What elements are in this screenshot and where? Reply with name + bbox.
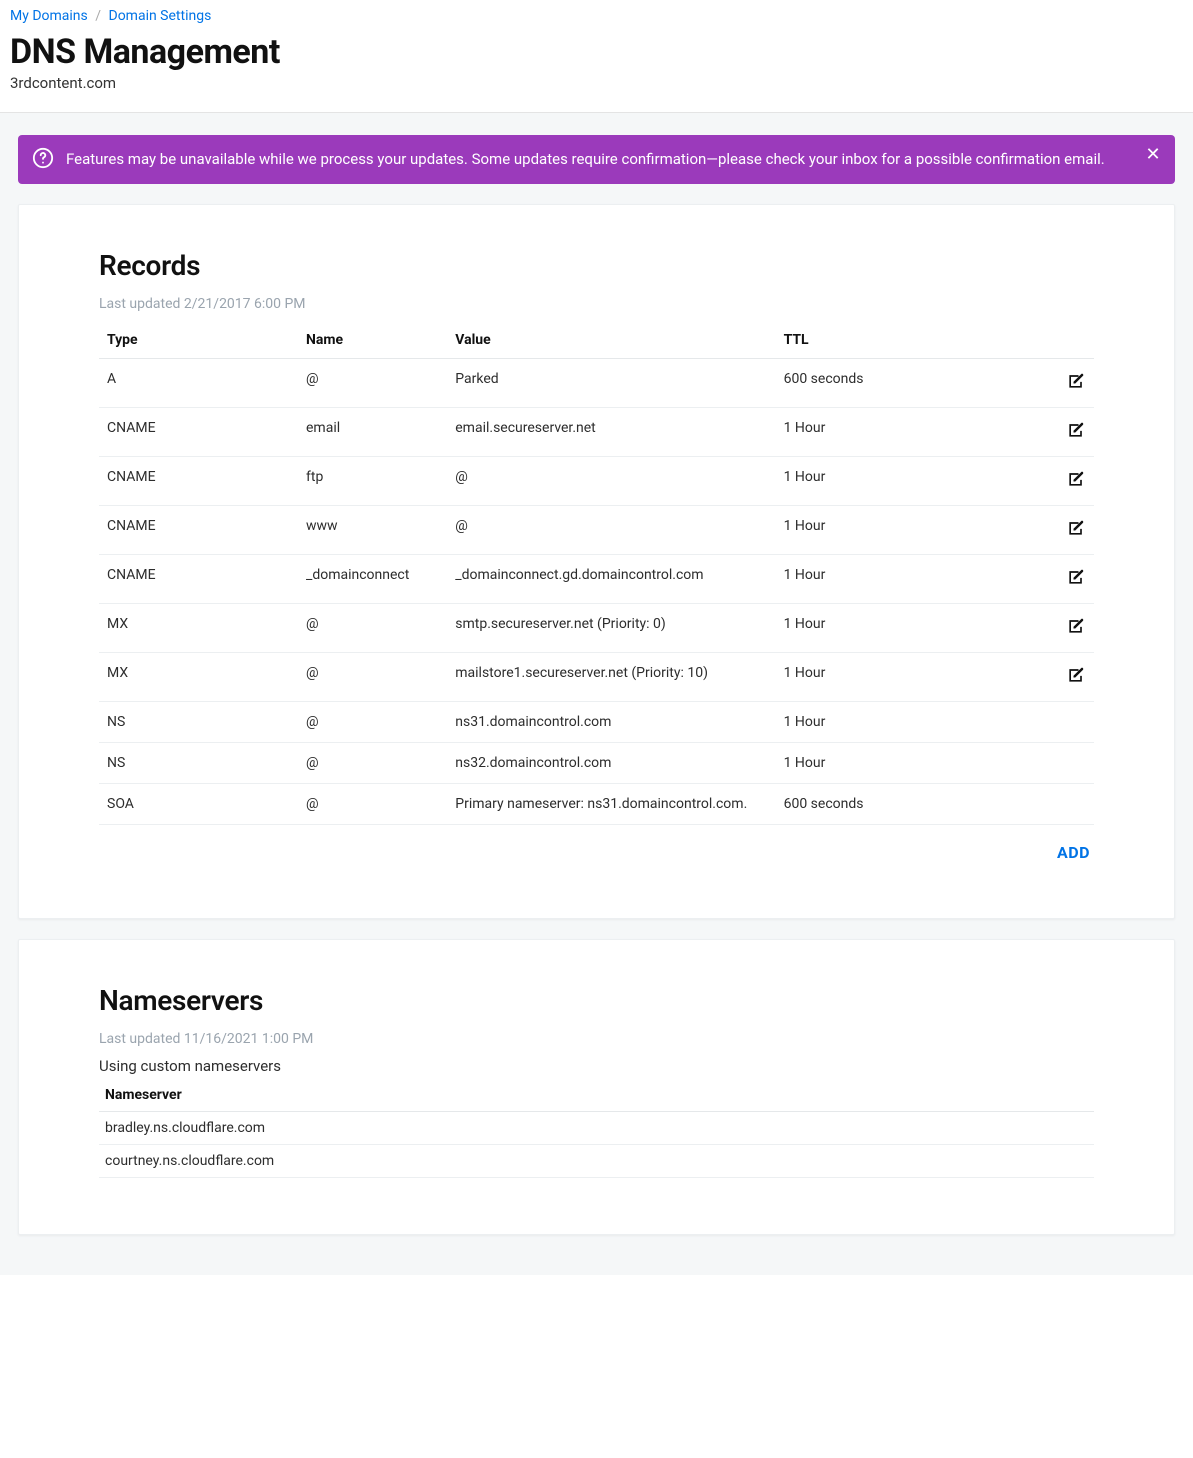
cell-type: NS xyxy=(99,702,298,743)
domain-name: 3rdcontent.com xyxy=(10,74,1183,92)
alert-text: Features may be unavailable while we pro… xyxy=(66,150,1105,168)
table-row: NS@ns32.domaincontrol.com1 Hour xyxy=(99,743,1094,784)
table-row: bradley.ns.cloudflare.com xyxy=(99,1112,1094,1145)
cell-type: MX xyxy=(99,653,298,702)
cell-value: Parked xyxy=(447,359,775,408)
cell-edit xyxy=(955,457,1094,506)
col-name: Name xyxy=(298,322,447,359)
cell-name: @ xyxy=(298,743,447,784)
cell-name: _domainconnect xyxy=(298,555,447,604)
info-alert: Features may be unavailable while we pro… xyxy=(18,135,1175,184)
cell-ttl: 1 Hour xyxy=(776,408,955,457)
cell-type: SOA xyxy=(99,784,298,825)
cell-ttl: 1 Hour xyxy=(776,653,955,702)
cell-type: CNAME xyxy=(99,408,298,457)
cell-type: CNAME xyxy=(99,555,298,604)
cell-ttl: 1 Hour xyxy=(776,702,955,743)
cell-value: @ xyxy=(447,457,775,506)
cell-value: @ xyxy=(447,506,775,555)
table-row: CNAMEwww@1 Hour xyxy=(99,506,1094,555)
cell-edit xyxy=(955,555,1094,604)
add-record-button[interactable]: ADD xyxy=(1057,843,1090,862)
breadcrumb-sep: / xyxy=(91,8,105,24)
table-row: NS@ns31.domaincontrol.com1 Hour xyxy=(99,702,1094,743)
col-value: Value xyxy=(447,322,775,359)
cell-name: email xyxy=(298,408,447,457)
cell-edit xyxy=(955,604,1094,653)
cell-value: ns31.domaincontrol.com xyxy=(447,702,775,743)
breadcrumb: My Domains / Domain Settings xyxy=(10,8,1183,24)
cell-edit xyxy=(955,702,1094,743)
edit-icon[interactable] xyxy=(1066,518,1086,538)
close-icon[interactable]: ✕ xyxy=(1143,145,1163,165)
ns-cell: bradley.ns.cloudflare.com xyxy=(99,1112,1094,1145)
cell-name: ftp xyxy=(298,457,447,506)
table-row: CNAMEftp@1 Hour xyxy=(99,457,1094,506)
cell-edit xyxy=(955,506,1094,555)
table-row: courtney.ns.cloudflare.com xyxy=(99,1145,1094,1178)
cell-edit xyxy=(955,359,1094,408)
edit-icon[interactable] xyxy=(1066,371,1086,391)
table-row: SOA@Primary nameserver: ns31.domaincontr… xyxy=(99,784,1094,825)
edit-icon[interactable] xyxy=(1066,665,1086,685)
cell-ttl: 600 seconds xyxy=(776,359,955,408)
cell-ttl: 1 Hour xyxy=(776,743,955,784)
help-circle-icon xyxy=(32,147,54,169)
cell-ttl: 1 Hour xyxy=(776,506,955,555)
breadcrumb-domain-settings[interactable]: Domain Settings xyxy=(109,8,212,24)
cell-name: @ xyxy=(298,702,447,743)
breadcrumb-my-domains[interactable]: My Domains xyxy=(10,8,88,24)
edit-icon[interactable] xyxy=(1066,420,1086,440)
records-table: Type Name Value TTL A@Parked600 seconds … xyxy=(99,322,1094,825)
table-row: CNAME_domainconnect_domainconnect.gd.dom… xyxy=(99,555,1094,604)
cell-ttl: 600 seconds xyxy=(776,784,955,825)
edit-icon[interactable] xyxy=(1066,469,1086,489)
table-row: A@Parked600 seconds xyxy=(99,359,1094,408)
cell-value: Primary nameserver: ns31.domaincontrol.c… xyxy=(447,784,775,825)
nameservers-title: Nameservers xyxy=(99,984,1094,1017)
col-edit xyxy=(955,322,1094,359)
ns-cell: courtney.ns.cloudflare.com xyxy=(99,1145,1094,1178)
page-title: DNS Management xyxy=(10,32,1183,72)
table-row: CNAMEemailemail.secureserver.net1 Hour xyxy=(99,408,1094,457)
cell-ttl: 1 Hour xyxy=(776,457,955,506)
cell-edit xyxy=(955,784,1094,825)
cell-name: @ xyxy=(298,359,447,408)
records-card: Records Last updated 2/21/2017 6:00 PM T… xyxy=(18,204,1175,919)
cell-edit xyxy=(955,653,1094,702)
cell-edit xyxy=(955,743,1094,784)
cell-value: smtp.secureserver.net (Priority: 0) xyxy=(447,604,775,653)
cell-name: @ xyxy=(298,784,447,825)
cell-type: MX xyxy=(99,604,298,653)
cell-ttl: 1 Hour xyxy=(776,604,955,653)
edit-icon[interactable] xyxy=(1066,567,1086,587)
ns-col-header: Nameserver xyxy=(99,1079,1094,1112)
col-ttl: TTL xyxy=(776,322,955,359)
cell-ttl: 1 Hour xyxy=(776,555,955,604)
edit-icon[interactable] xyxy=(1066,616,1086,636)
cell-type: A xyxy=(99,359,298,408)
records-updated: Last updated 2/21/2017 6:00 PM xyxy=(99,296,1094,312)
records-title: Records xyxy=(99,249,1094,282)
cell-type: CNAME xyxy=(99,457,298,506)
cell-edit xyxy=(955,408,1094,457)
cell-value: email.secureserver.net xyxy=(447,408,775,457)
nameservers-updated: Last updated 11/16/2021 1:00 PM xyxy=(99,1031,1094,1047)
table-row: MX@smtp.secureserver.net (Priority: 0)1 … xyxy=(99,604,1094,653)
cell-value: mailstore1.secureserver.net (Priority: 1… xyxy=(447,653,775,702)
cell-name: @ xyxy=(298,604,447,653)
cell-value: _domainconnect.gd.domaincontrol.com xyxy=(447,555,775,604)
nameservers-table: Nameserver bradley.ns.cloudflare.comcour… xyxy=(99,1079,1094,1178)
cell-name: @ xyxy=(298,653,447,702)
nameservers-using: Using custom nameservers xyxy=(99,1057,1094,1075)
cell-name: www xyxy=(298,506,447,555)
col-type: Type xyxy=(99,322,298,359)
cell-type: CNAME xyxy=(99,506,298,555)
nameservers-card: Nameservers Last updated 11/16/2021 1:00… xyxy=(18,939,1175,1235)
table-row: MX@mailstore1.secureserver.net (Priority… xyxy=(99,653,1094,702)
cell-type: NS xyxy=(99,743,298,784)
cell-value: ns32.domaincontrol.com xyxy=(447,743,775,784)
